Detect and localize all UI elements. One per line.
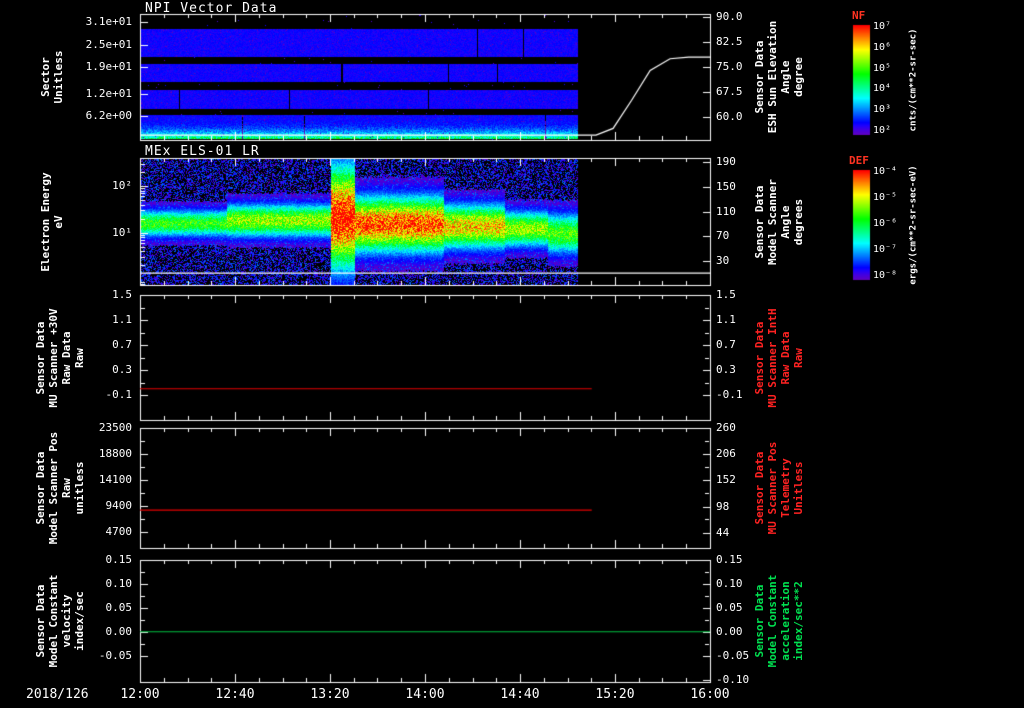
panel3-y-tick-label: 1.5: [112, 288, 132, 301]
panel5-y-tick-label: 0.10: [105, 577, 133, 590]
panel1-right-y-tick-label: 67.5: [716, 85, 743, 98]
colorbar-tick-label: 10⁻⁴: [873, 166, 898, 177]
panel3-right-y-tick-label: 1.5: [716, 288, 736, 301]
panel5-y-tick-label: -0.05: [98, 649, 132, 662]
panel4-right-y-tick-label: 260: [716, 421, 736, 434]
panel1-right-y-tick-label: 82.5: [716, 35, 743, 48]
panel3-y-tick-label: 0.7: [112, 338, 132, 351]
colorbar-tick-label: 10⁻⁸: [873, 270, 898, 281]
panel1-y-tick-label: 3.1e+01: [85, 15, 132, 28]
colorbar-tick-label: 10⁻⁷: [873, 244, 898, 255]
panel4-y-tick-label: 23500: [98, 421, 132, 434]
colorbar-tick-label: 10⁻⁵: [873, 192, 898, 203]
panel2-right-y-tick-label: 190: [716, 155, 736, 168]
panel5-y-tick-label: 0.05: [105, 601, 133, 614]
panel2-right-y-tick-label: 30: [716, 254, 730, 267]
panel3-right-axis-label: Sensor Data MU Scanner IntH Raw Data Raw: [753, 307, 805, 408]
panel1-y-tick-label: 1.9e+01: [85, 60, 132, 73]
panel2-right-y-tick-label: 70: [716, 229, 730, 242]
x-tick-label: 14:00: [405, 687, 445, 702]
colorbar-tick-label: 10⁴: [873, 83, 892, 95]
panel1-title: NPI Vector Data: [145, 1, 278, 16]
panel2-right-y-tick-label: 150: [716, 180, 736, 193]
colorbar-def-title: DEF: [849, 154, 869, 167]
panel3-y-tick-label: 0.3: [112, 363, 132, 376]
panel5-y-tick-label: 0.15: [105, 553, 133, 566]
panel3-right-y-tick-label: -0.1: [716, 388, 743, 401]
panel1-right-y-tick-label: 75.0: [716, 60, 743, 73]
colorbar-unit-label: ergs/(cm**2-sr-sec-eV): [908, 165, 919, 285]
panel5-y-tick-label: 0.00: [105, 625, 133, 638]
panel4-right-y-tick-label: 206: [716, 447, 736, 460]
panel4-y-tick-label: 9400: [105, 499, 133, 512]
panel4-right-y-tick-label: 44: [716, 526, 730, 539]
colorbar-nf-title: NF: [852, 9, 866, 22]
panel2-y-tick-label: 10²: [112, 179, 132, 192]
plot-page: NPI Vector Data MEx ELS-01 LR NF DEF 201…: [0, 0, 1024, 708]
panel3-right-y-tick-label: 0.7: [716, 338, 736, 351]
panel2-right-axis-label: Sensor Data Model Scanner Angle degrees: [753, 178, 805, 265]
panel5-right-y-tick-label: 0.05: [716, 601, 743, 614]
panel4-right-axis-label: Sensor Data MU Scanner Pos Telemetry Unitle…: [753, 441, 805, 535]
colorbar-tick-label: 10²: [873, 125, 892, 136]
panel5-right-y-tick-label: 0.10: [716, 577, 743, 590]
panel3-y-tick-label: 1.1: [112, 313, 132, 326]
panel4-y-tick-label: 14100: [98, 473, 132, 486]
colorbar-tick-label: 10⁶: [873, 41, 892, 53]
x-axis-date-label: 2018/126: [26, 687, 89, 702]
panel1-right-axis-label: Sensor Data ESH Sun Elevation Angle degree: [753, 20, 805, 134]
colorbar-tick-label: 10⁷: [873, 21, 892, 32]
panel5-right-axis-label: Sensor Data Model Constant acceleration ind…: [753, 574, 805, 668]
panel5-right-y-tick-label: 0.15: [716, 553, 743, 566]
panel2-y-tick-label: 10¹: [112, 226, 132, 239]
panel5-right-y-tick-label: 0.00: [716, 625, 743, 638]
panel1-right-y-tick-label: 90.0: [716, 10, 743, 23]
colorbar-tick-label: 10⁵: [873, 62, 892, 74]
panel3-right-y-tick-label: 1.1: [716, 313, 736, 326]
colorbar-tick-label: 10⁻⁶: [873, 218, 898, 229]
panel4-y-tick-label: 18800: [98, 447, 132, 460]
panel1-y-tick-label: 2.5e+01: [85, 38, 132, 51]
panel2-right-y-tick-label: 110: [716, 205, 736, 218]
panel1-y-tick-label: 1.2e+01: [85, 87, 132, 100]
panel2-title: MEx ELS-01 LR: [145, 144, 260, 159]
panel4-right-y-tick-label: 98: [716, 500, 730, 513]
x-tick-label: 13:20: [310, 687, 350, 702]
panel1-y-tick-label: 6.2e+00: [85, 109, 132, 122]
panel5-right-y-tick-label: -0.05: [716, 649, 750, 662]
x-tick-label: 12:00: [120, 687, 160, 702]
panel3-right-y-tick-label: 0.3: [716, 363, 736, 376]
panel1-right-y-tick-label: 60.0: [716, 110, 743, 123]
x-tick-label: 15:20: [595, 687, 635, 702]
x-tick-label: 14:40: [500, 687, 540, 702]
plot-canvas: [0, 0, 1024, 708]
colorbar-unit-label: cnts/(cm**2-sr-sec): [908, 28, 919, 132]
colorbar-tick-label: 10³: [873, 104, 892, 116]
panel3-y-tick-label: -0.1: [105, 388, 133, 401]
panel4-y-tick-label: 4700: [105, 525, 133, 538]
x-tick-label: 16:00: [690, 687, 730, 702]
x-tick-label: 12:40: [215, 687, 255, 702]
panel5-right-y-tick-label: -0.10: [716, 673, 750, 686]
panel4-right-y-tick-label: 152: [716, 473, 736, 486]
